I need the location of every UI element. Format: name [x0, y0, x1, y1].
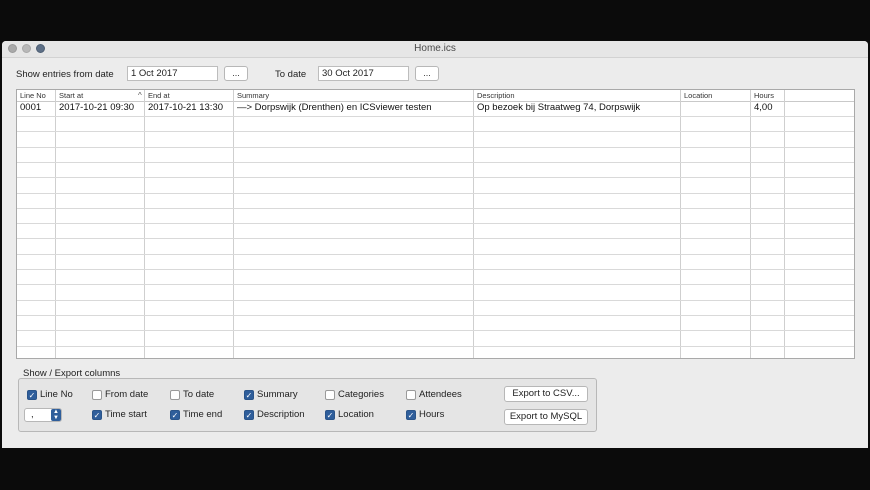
checkbox-label-attendees: Attendees: [419, 389, 462, 400]
checkbox-description[interactable]: ✓: [244, 410, 254, 420]
checkbox-time-start[interactable]: ✓: [92, 410, 102, 420]
row-divider: [17, 269, 854, 270]
app-window: Home.ics Show entries from date 1 Oct 20…: [2, 41, 868, 448]
checkbox-label-location: Location: [338, 409, 374, 420]
row-divider: [17, 238, 854, 240]
cell-line-no: 0001: [20, 102, 42, 113]
export-mysql-button[interactable]: Export to MySQL: [504, 409, 588, 425]
checkbox-label-from-date: From date: [105, 389, 149, 400]
column-header-location[interactable]: Location: [681, 90, 751, 101]
checkbox-location[interactable]: ✓: [325, 410, 335, 420]
checkbox-categories[interactable]: [325, 390, 335, 400]
cell-hours: 4,00: [754, 102, 773, 113]
row-divider: [17, 192, 854, 194]
to-date-picker-button[interactable]: ...: [415, 66, 439, 81]
checkbox-label-line-no: Line No: [40, 389, 73, 400]
from-date-field[interactable]: 1 Oct 2017: [127, 66, 218, 81]
row-divider: [17, 131, 854, 133]
row-divider: [17, 330, 854, 332]
row-divider: [17, 177, 854, 179]
checkbox-label-summary: Summary: [257, 389, 298, 400]
checkbox-time-end[interactable]: ✓: [170, 410, 180, 420]
checkbox-from-date[interactable]: [92, 390, 102, 400]
column-header-description[interactable]: Description: [474, 90, 681, 101]
row-divider: [17, 345, 854, 347]
from-date-label: Show entries from date: [16, 69, 114, 80]
column-header-end-at[interactable]: End at: [145, 90, 234, 101]
checkbox-label-hours: Hours: [419, 409, 445, 420]
column-header-start-at[interactable]: Start at: [56, 90, 145, 101]
sort-ascending-icon: ^: [138, 91, 142, 100]
row-divider: [17, 116, 854, 117]
separator-value: ,: [31, 409, 34, 420]
separator-select[interactable]: , ▲ ▼: [24, 408, 62, 422]
checkbox-line-no[interactable]: ✓: [27, 390, 37, 400]
checkbox-hours[interactable]: ✓: [406, 410, 416, 420]
row-divider: [17, 253, 854, 255]
row-divider: [17, 284, 854, 286]
checkbox-label-categories: Categories: [338, 389, 384, 400]
cell-start-at: 2017-10-21 09:30: [59, 102, 135, 113]
checkbox-attendees[interactable]: [406, 390, 416, 400]
checkbox-label-to-date: To date: [183, 389, 215, 400]
table-header: Line No Start at ^ End at Summary Descri…: [17, 90, 854, 102]
row-divider: [17, 161, 854, 163]
column-header-line-no[interactable]: Line No: [17, 90, 56, 101]
row-divider: [17, 314, 854, 316]
to-date-field[interactable]: 30 Oct 2017: [318, 66, 409, 81]
row-divider: [17, 146, 854, 148]
checkbox-to-date[interactable]: [170, 390, 180, 400]
cell-end-at: 2017-10-21 13:30: [148, 102, 224, 113]
row-divider: [17, 223, 854, 225]
column-header-hours[interactable]: Hours: [751, 90, 785, 101]
checkbox-label-time-end: Time end: [183, 409, 223, 420]
checkbox-summary[interactable]: ✓: [244, 390, 254, 400]
column-header-summary[interactable]: Summary: [234, 90, 474, 101]
title-bar: Home.ics: [2, 41, 868, 58]
from-date-picker-button[interactable]: ...: [224, 66, 248, 81]
to-date-label: To date: [275, 69, 307, 80]
cell-summary: —> Dorpswijk (Drenthen) en ICSviewer tes…: [237, 102, 432, 113]
stepper-arrows-icon[interactable]: ▲ ▼: [51, 409, 61, 421]
window-title: Home.ics: [414, 43, 456, 54]
entries-table[interactable]: Line No Start at ^ End at Summary Descri…: [16, 89, 855, 359]
checkbox-label-time-start: Time start: [105, 409, 147, 420]
export-csv-button[interactable]: Export to CSV...: [504, 386, 588, 402]
row-divider: [17, 299, 854, 301]
checkbox-label-description: Description: [257, 409, 305, 420]
cell-description: Op bezoek bij Straatweg 74, Dorpswijk: [477, 102, 641, 113]
row-divider: [17, 207, 854, 209]
